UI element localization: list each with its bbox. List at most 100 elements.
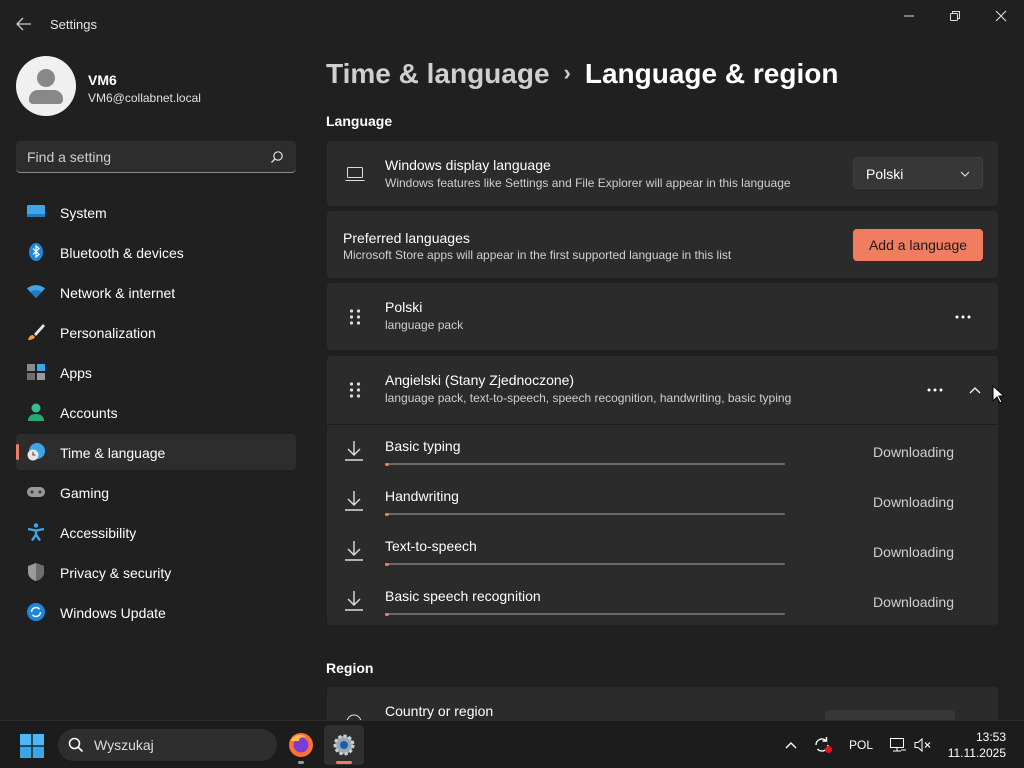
breadcrumb-separator: › bbox=[563, 60, 571, 85]
sidebar-item-windows-update[interactable]: Windows Update bbox=[16, 594, 296, 630]
bluetooth-icon bbox=[29, 243, 43, 261]
download-name: Basic speech recognition bbox=[385, 588, 541, 604]
collapse-button[interactable] bbox=[960, 375, 990, 405]
gamepad-icon bbox=[27, 487, 45, 497]
chevron-up-icon bbox=[969, 387, 981, 394]
time-language-icon bbox=[27, 443, 45, 461]
user-profile[interactable]: VM6 VM6@collabnet.local bbox=[16, 56, 296, 118]
sync-icon bbox=[815, 737, 832, 753]
settings-search-input[interactable]: Find a setting bbox=[16, 141, 296, 173]
more-icon bbox=[927, 388, 943, 392]
display-language-title: Windows display language bbox=[385, 157, 551, 173]
laptop-icon bbox=[345, 167, 365, 181]
brush-icon bbox=[28, 324, 45, 340]
sidebar-item-system[interactable]: System bbox=[16, 194, 296, 230]
language-section-title: Language bbox=[326, 113, 393, 129]
taskbar-firefox[interactable] bbox=[281, 725, 321, 765]
more-options-button[interactable] bbox=[920, 375, 950, 405]
sidebar-item-network[interactable]: Network & internet bbox=[16, 274, 296, 310]
breadcrumb: Time & language › Language & region bbox=[326, 58, 838, 90]
language-features: language pack, text-to-speech, speech re… bbox=[385, 391, 792, 405]
sync-status-button[interactable] bbox=[813, 735, 833, 755]
drag-handle-icon[interactable] bbox=[348, 381, 362, 399]
page-title: Language & region bbox=[584, 58, 839, 89]
sidebar-item-accounts[interactable]: Accounts bbox=[16, 394, 296, 430]
search-placeholder: Find a setting bbox=[27, 149, 112, 165]
download-progress-bar bbox=[385, 462, 785, 466]
download-row: Basic speech recognition Downloading bbox=[327, 576, 998, 626]
sidebar-item-accessibility[interactable]: Accessibility bbox=[16, 514, 296, 550]
system-icon bbox=[27, 205, 45, 217]
back-arrow-icon bbox=[16, 17, 31, 31]
download-row: Basic typing Downloading bbox=[327, 426, 998, 476]
close-button[interactable] bbox=[978, 0, 1024, 32]
sidebar-nav: System Bluetooth & devices Network & int… bbox=[16, 194, 296, 634]
language-name: Polski bbox=[385, 299, 423, 315]
taskbar-settings[interactable] bbox=[324, 725, 364, 765]
taskbar-search-box[interactable]: Wyszukaj bbox=[58, 729, 277, 761]
divider bbox=[327, 424, 998, 425]
download-name: Text-to-speech bbox=[385, 538, 477, 554]
region-section-title: Region bbox=[326, 660, 374, 676]
more-options-button[interactable] bbox=[948, 302, 978, 332]
download-progress-bar bbox=[385, 512, 785, 516]
show-hidden-icons-button[interactable] bbox=[781, 735, 801, 755]
sidebar-item-gaming[interactable]: Gaming bbox=[16, 474, 296, 510]
restore-icon bbox=[950, 11, 960, 21]
taskbar: Wyszukaj POL 13:53 11.11.2025 bbox=[0, 720, 1024, 768]
globe-icon bbox=[346, 714, 362, 720]
download-row: Text-to-speech Downloading bbox=[327, 526, 998, 576]
windows-start-icon[interactable] bbox=[20, 734, 44, 758]
minimize-icon bbox=[904, 15, 914, 17]
clock-date: 11.11.2025 bbox=[947, 746, 1006, 760]
close-icon bbox=[995, 10, 1007, 22]
accounts-icon bbox=[28, 403, 44, 421]
add-language-button[interactable]: Add a language bbox=[853, 229, 983, 261]
download-icon bbox=[345, 441, 363, 461]
volume-button[interactable] bbox=[913, 735, 933, 755]
download-status: Downloading bbox=[873, 494, 954, 510]
network-status-button[interactable] bbox=[888, 735, 908, 755]
preferred-languages-subtitle: Microsoft Store apps will appear in the … bbox=[343, 248, 732, 262]
country-region-card: Country or region bbox=[327, 687, 998, 720]
minimize-button[interactable] bbox=[886, 0, 932, 32]
language-name: Angielski (Stany Zjednoczone) bbox=[385, 372, 575, 388]
language-item: Polski language pack bbox=[327, 283, 998, 350]
wifi-icon bbox=[27, 285, 45, 298]
display-language-dropdown[interactable]: Polski bbox=[853, 157, 983, 189]
chevron-down-icon bbox=[960, 171, 970, 177]
apps-icon bbox=[27, 364, 45, 380]
taskbar-clock[interactable]: 13:53 11.11.2025 bbox=[948, 729, 1006, 761]
chevron-up-icon bbox=[785, 742, 797, 749]
country-region-dropdown[interactable] bbox=[825, 710, 955, 720]
sidebar-item-bluetooth[interactable]: Bluetooth & devices bbox=[16, 234, 296, 270]
back-button[interactable] bbox=[10, 12, 38, 36]
download-icon bbox=[345, 541, 363, 561]
sidebar-item-time-language[interactable]: Time & language bbox=[16, 434, 296, 470]
avatar bbox=[16, 56, 76, 116]
country-region-title: Country or region bbox=[385, 703, 494, 719]
download-name: Basic typing bbox=[385, 438, 461, 454]
shield-icon bbox=[28, 563, 44, 581]
drag-handle-icon[interactable] bbox=[348, 308, 362, 326]
profile-name: VM6 bbox=[88, 72, 117, 88]
breadcrumb-parent[interactable]: Time & language bbox=[326, 58, 550, 89]
restore-button[interactable] bbox=[932, 0, 978, 32]
download-icon bbox=[345, 491, 363, 511]
search-icon bbox=[68, 737, 84, 753]
language-item-expanded: Angielski (Stany Zjednoczone) language p… bbox=[327, 356, 998, 625]
sidebar-item-apps[interactable]: Apps bbox=[16, 354, 296, 390]
mouse-cursor-icon bbox=[992, 385, 1004, 404]
download-name: Handwriting bbox=[385, 488, 459, 504]
network-monitor-icon bbox=[890, 738, 906, 752]
language-features: language pack bbox=[385, 318, 464, 332]
sidebar-item-personalization[interactable]: Personalization bbox=[16, 314, 296, 350]
download-status: Downloading bbox=[873, 594, 954, 610]
download-row: Handwriting Downloading bbox=[327, 476, 998, 526]
taskbar-search-placeholder: Wyszukaj bbox=[94, 737, 154, 753]
input-language-indicator[interactable]: POL bbox=[849, 738, 873, 752]
accessibility-icon bbox=[27, 523, 45, 541]
update-icon bbox=[27, 603, 45, 621]
preferred-languages-card: Preferred languages Microsoft Store apps… bbox=[327, 211, 998, 278]
sidebar-item-privacy[interactable]: Privacy & security bbox=[16, 554, 296, 590]
